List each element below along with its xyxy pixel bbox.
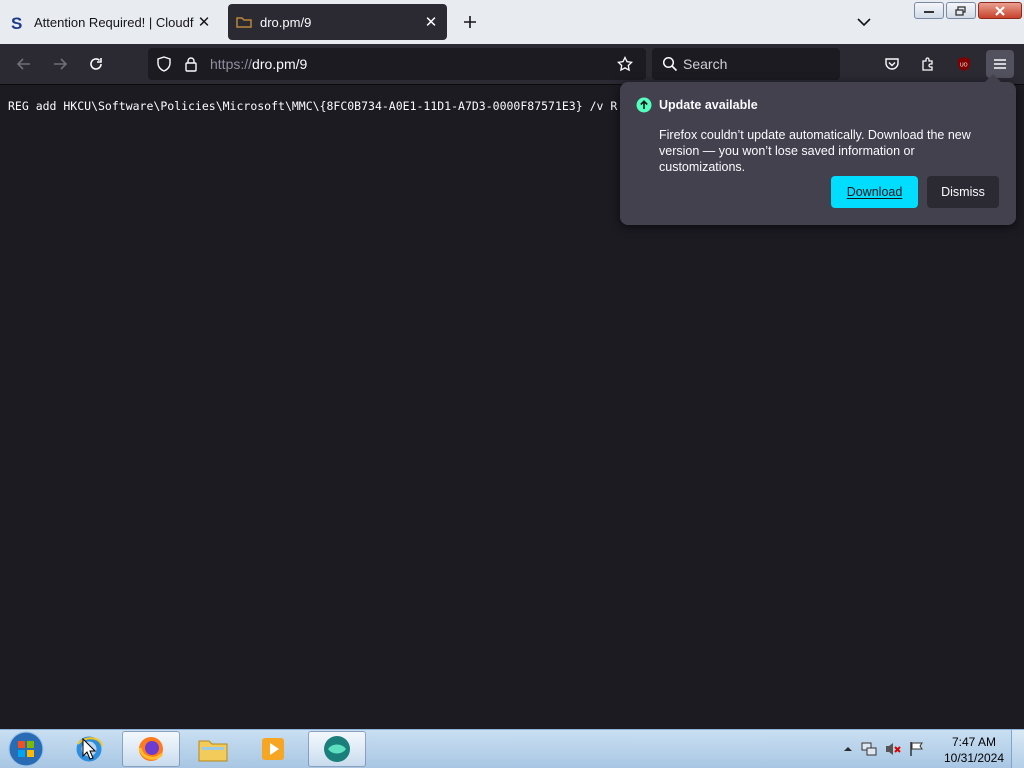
shield-icon[interactable] xyxy=(156,56,172,72)
page-text: REG add HKCU\Software\Policies\Microsoft… xyxy=(8,99,618,113)
tab-strip: S Attention Required! | Cloudflare ✕ dro… xyxy=(0,0,1024,44)
taskbar-clock[interactable]: 7:47 AM 10/31/2024 xyxy=(938,734,1010,766)
tab-cloudflare[interactable]: S Attention Required! | Cloudflare ✕ xyxy=(2,4,220,40)
restore-icon xyxy=(955,5,966,16)
svg-text:S: S xyxy=(11,14,22,30)
update-notification-panel: Update available Firefox couldn’t update… xyxy=(620,74,1016,225)
mouse-cursor-icon xyxy=(82,738,96,760)
back-button[interactable] xyxy=(10,50,38,78)
taskbar-firefox[interactable] xyxy=(122,731,180,767)
panel-title: Update available xyxy=(659,98,758,112)
drop-favicon-icon xyxy=(236,17,252,28)
update-arrow-icon xyxy=(636,97,652,113)
tab-close-icon[interactable]: ✕ xyxy=(421,12,441,32)
tab-dro-pm[interactable]: dro.pm/9 ✕ xyxy=(228,4,447,40)
windows-logo-icon xyxy=(8,731,44,767)
folder-icon xyxy=(198,740,228,762)
back-icon xyxy=(16,58,30,70)
clock-time: 7:47 AM xyxy=(951,735,997,749)
url-host: dro.pm/9 xyxy=(252,56,308,72)
minimize-icon xyxy=(924,10,934,13)
reload-icon xyxy=(90,58,102,70)
panel-message: Firefox couldn’t update automatically. D… xyxy=(659,128,971,174)
taskbar-file-explorer[interactable] xyxy=(184,731,242,767)
tab-title: dro.pm/9 xyxy=(260,14,312,30)
close-window-button[interactable] xyxy=(978,2,1022,19)
url-text[interactable]: https://dro.pm/9 xyxy=(210,56,307,72)
star-icon[interactable] xyxy=(617,56,633,72)
action-center-flag-icon[interactable] xyxy=(908,740,926,758)
media-player-icon xyxy=(262,738,284,760)
pocket-icon xyxy=(885,58,899,70)
ublock-icon: UO xyxy=(958,57,970,71)
menu-icon xyxy=(994,59,1006,69)
show-desktop-button[interactable] xyxy=(1011,730,1024,768)
network-icon[interactable] xyxy=(860,740,878,758)
start-button[interactable] xyxy=(6,731,46,767)
taskbar-media-player[interactable] xyxy=(244,731,302,767)
search-placeholder: Search xyxy=(683,56,728,72)
tab-title: Attention Required! | Cloudflare xyxy=(34,14,194,30)
firefox-icon xyxy=(138,737,164,761)
extensions-button[interactable] xyxy=(914,50,942,78)
close-icon xyxy=(995,5,1005,16)
navigation-toolbar: https://dro.pm/9 Search UO xyxy=(0,44,1024,85)
panel-arrow xyxy=(984,74,1002,83)
forward-button[interactable] xyxy=(46,50,74,78)
minimize-button[interactable] xyxy=(914,2,944,19)
list-all-tabs-button[interactable] xyxy=(852,10,876,34)
extensions-icon xyxy=(922,57,933,71)
show-hidden-icons-icon[interactable] xyxy=(842,743,854,755)
app-globe-icon xyxy=(324,736,350,762)
pocket-button[interactable] xyxy=(878,50,906,78)
taskbar-app[interactable] xyxy=(308,731,366,767)
search-icon xyxy=(662,56,678,72)
tab-close-icon[interactable]: ✕ xyxy=(194,12,214,32)
search-bar[interactable]: Search xyxy=(652,48,840,80)
svg-text:UO: UO xyxy=(960,63,968,69)
download-button[interactable]: Download xyxy=(831,176,918,208)
volume-muted-icon[interactable] xyxy=(884,740,902,758)
plus-icon xyxy=(464,16,476,28)
windows-taskbar: 7:47 AM 10/31/2024 xyxy=(0,729,1024,768)
cloudflare-favicon-icon: S xyxy=(11,14,22,30)
window-controls xyxy=(914,2,1022,19)
new-tab-button[interactable] xyxy=(458,10,482,34)
url-bar[interactable]: https://dro.pm/9 xyxy=(148,48,646,80)
reload-button[interactable] xyxy=(82,50,110,78)
dismiss-button[interactable]: Dismiss xyxy=(927,176,999,208)
system-tray xyxy=(842,730,926,768)
lock-icon[interactable] xyxy=(184,56,198,72)
chevron-down-icon xyxy=(857,18,871,27)
forward-icon xyxy=(54,58,68,70)
restore-button[interactable] xyxy=(946,2,976,19)
url-scheme: https:// xyxy=(210,56,253,72)
ublock-button[interactable]: UO xyxy=(950,50,978,78)
clock-date: 10/31/2024 xyxy=(943,751,1005,765)
